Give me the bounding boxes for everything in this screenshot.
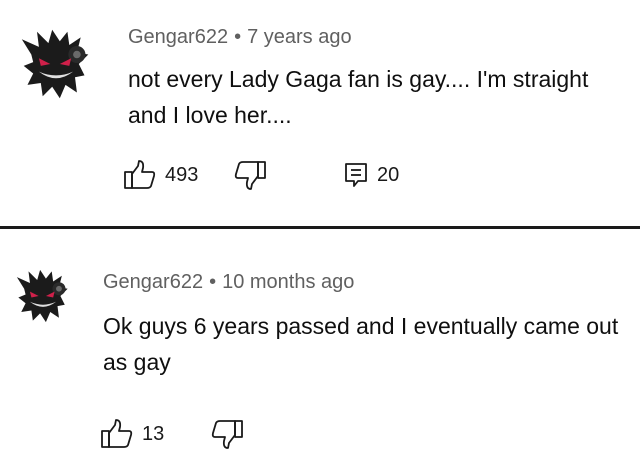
comment: Gengar622 • 10 months ago Ok guys 6 years … [0, 229, 640, 469]
comment: Gengar622 • 7 years ago not every Lady Gag… [0, 0, 640, 226]
comment-meta: Gengar622 • 10 months ago [103, 271, 354, 294]
reply-button[interactable]: 20 [343, 161, 399, 189]
gengar-avatar-icon[interactable] [18, 26, 94, 102]
comment-timestamp[interactable]: 7 years ago [247, 26, 352, 48]
comment-meta: Gengar622 • 7 years ago [128, 26, 352, 49]
like-button[interactable]: 13 [100, 419, 210, 449]
comment-text: Ok guys 6 years passed and I eventually … [103, 313, 619, 375]
thumbs-down-icon [233, 160, 267, 190]
comment-author[interactable]: Gengar622 [103, 271, 203, 293]
thumbs-up-icon [100, 419, 134, 449]
comment-actions: 493 20 [123, 160, 399, 190]
thumbs-down-icon [210, 419, 244, 449]
like-count: 493 [165, 163, 199, 186]
comment-actions: 13 [100, 419, 320, 449]
meta-separator: • [234, 26, 242, 48]
like-count: 13 [142, 422, 165, 445]
reply-comment-icon [343, 161, 369, 189]
dislike-button[interactable] [233, 160, 343, 190]
dislike-button[interactable] [210, 419, 320, 449]
comment-timestamp[interactable]: 10 months ago [222, 271, 354, 293]
comment-text: not every Lady Gaga fan is gay.... I'm s… [128, 66, 589, 128]
reply-count: 20 [377, 163, 400, 186]
thumbs-up-icon [123, 160, 157, 190]
like-button[interactable]: 493 [123, 160, 233, 190]
comment-author[interactable]: Gengar622 [128, 26, 228, 48]
meta-separator: • [209, 271, 217, 293]
gengar-avatar-icon[interactable] [14, 267, 72, 325]
